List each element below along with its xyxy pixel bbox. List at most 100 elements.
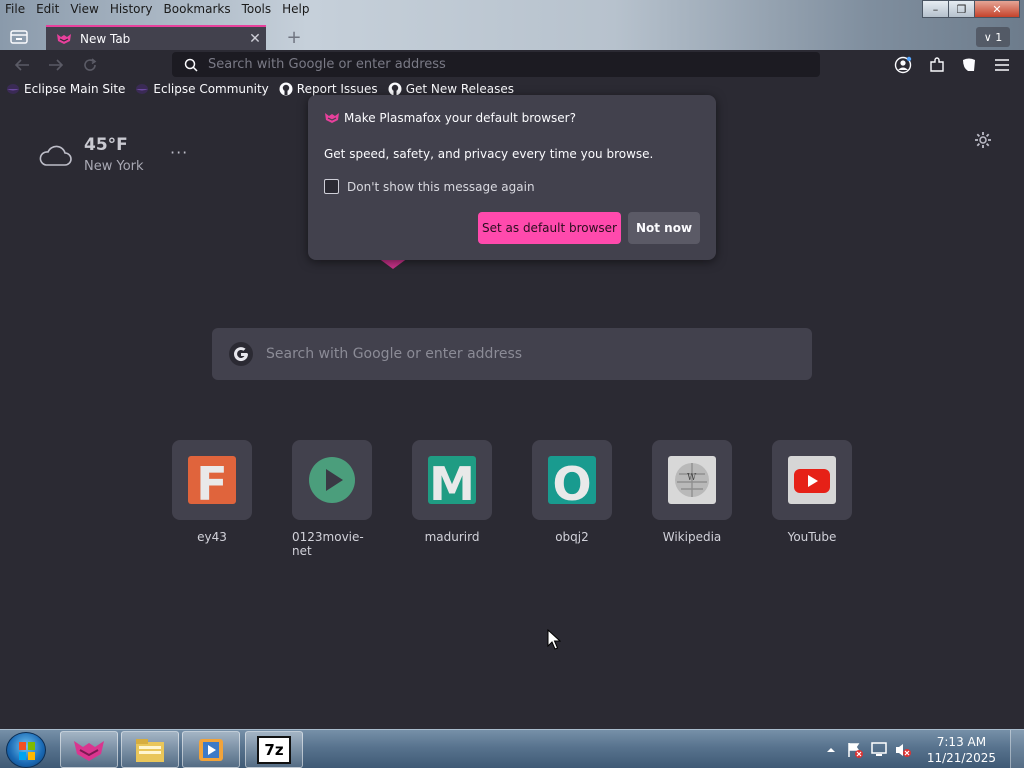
url-input[interactable] [208,57,768,72]
site-label: 0123movie-net [292,530,364,558]
personalize-button[interactable] [974,131,992,152]
taskbar-7zip[interactable]: 7z [245,731,303,768]
bookmark-eclipse-main-site[interactable]: Eclipse Main Site [6,82,125,96]
dont-show-again-option[interactable]: Don't show this message again [324,179,535,194]
google-g-icon [229,342,253,366]
site-tile[interactable] [292,440,372,520]
file-explorer-icon [136,738,164,762]
gear-icon [975,132,991,148]
site-label: obqj2 [555,530,589,544]
weather-temperature: 45°F [84,135,128,155]
search-placeholder: Search with Google or enter address [266,346,523,362]
site-letter-icon: M [428,456,476,504]
site-tile[interactable] [772,440,852,520]
site-tile[interactable]: F [172,440,252,520]
start-button[interactable] [6,732,46,768]
tab-close-icon[interactable]: ✕ [244,31,266,47]
bookmark-eclipse-community[interactable]: Eclipse Community [135,82,269,96]
taskbar-file-explorer[interactable] [121,731,179,768]
account-button[interactable] [891,53,915,77]
weather-city: New York [84,159,144,174]
top-site-0123movie-net[interactable]: 0123movie-net [292,440,372,558]
mouse-cursor-icon [547,629,561,650]
network-icon[interactable] [869,740,889,760]
site-tile[interactable]: W [652,440,732,520]
site-label: ey43 [197,530,227,544]
top-site-obqj2[interactable]: O obqj2 [532,440,612,558]
account-icon [894,56,912,74]
bookmark-report-issues[interactable]: Report Issues [279,82,378,96]
close-window-button[interactable]: ✕ [974,0,1020,18]
bookmark-label: Eclipse Main Site [24,82,126,96]
set-default-browser-button[interactable]: Set as default browser [478,212,621,244]
bookmark-label: Eclipse Community [153,82,269,96]
top-site-wikipedia[interactable]: W Wikipedia [652,440,732,558]
tab-overview-icon [10,30,28,44]
volume-icon[interactable] [893,740,913,760]
play-icon [309,457,355,503]
back-button[interactable] [10,54,34,76]
show-desktop-button[interactable] [1010,730,1024,768]
extension-icon [963,58,975,71]
eclipse-icon [135,83,149,95]
svg-text:W: W [687,473,697,483]
system-tray: 7:13 AM 11/21/2025 [821,730,1024,768]
back-arrow-icon [14,59,29,71]
reload-button[interactable] [78,54,102,76]
windows-taskbar: 7z 7:13 AM 11/21/2025 [0,729,1024,768]
eclipse-icon [6,83,20,95]
bookmark-label: Get New Releases [405,82,515,96]
action-center-icon[interactable] [845,740,865,760]
checkbox-label: Don't show this message again [347,179,535,194]
top-sites: F ey43 0123movie-net M madurird O obqj2 … [172,440,892,558]
taskbar-media-player[interactable] [182,731,240,768]
menu-edit[interactable]: Edit [31,0,65,20]
top-site-ey43[interactable]: F ey43 [172,440,252,558]
reload-icon [84,58,97,71]
wikipedia-globe-icon: W [668,456,716,504]
maximize-button[interactable]: ❐ [948,0,975,18]
dialog-message: Get speed, safety, and privacy every tim… [324,147,654,161]
default-browser-dialog: Make Plasmafox your default browser? Get… [308,95,716,260]
menu-history[interactable]: History [105,0,159,20]
menu-bookmarks[interactable]: Bookmarks [159,0,237,20]
window-titlebar: File Edit View History Bookmarks Tools H… [0,0,1024,51]
show-hidden-icons-button[interactable] [821,740,841,760]
dont-show-again-checkbox[interactable] [324,179,339,194]
top-site-youtube[interactable]: YouTube [772,440,852,558]
search-icon [184,58,198,72]
menu-view[interactable]: View [65,0,104,20]
site-tile[interactable]: M [412,440,492,520]
menu-tools[interactable]: Tools [237,0,278,20]
extensions-button[interactable] [925,53,949,77]
tab-title: New Tab [80,32,131,46]
chevron-up-icon [826,747,835,752]
github-icon [279,82,293,96]
forward-button[interactable] [44,54,68,76]
top-site-madurird[interactable]: M madurird [412,440,492,558]
site-letter-icon: F [188,456,236,504]
app-menu-button[interactable] [990,53,1014,77]
taskbar-plasmafox[interactable] [60,731,118,768]
tab-new-tab[interactable]: New Tab ✕ [46,25,266,51]
dialog-title: Make Plasmafox your default browser? [344,111,576,125]
menu-help[interactable]: Help [277,0,315,20]
weather-more-options-button[interactable]: ··· [170,143,188,162]
menu-file[interactable]: File [0,0,31,20]
menu-bar: File Edit View History Bookmarks Tools H… [0,0,316,20]
extension-toolbar-button[interactable] [957,53,981,77]
minimize-button[interactable]: – [922,0,949,18]
new-tab-search-box[interactable]: Search with Google or enter address [212,328,812,380]
weather-widget[interactable]: 45°F New York [38,135,144,174]
list-all-tabs-button[interactable]: ∨ 1 [976,27,1010,47]
not-now-button[interactable]: Not now [628,212,700,244]
7zip-icon: 7z [257,735,291,764]
bookmark-get-new-releases[interactable]: Get New Releases [388,82,514,96]
speaker-muted-icon [895,743,911,757]
taskbar-clock[interactable]: 7:13 AM 11/21/2025 [927,734,996,766]
firefox-view-button[interactable] [4,25,34,49]
address-bar[interactable] [172,52,820,77]
cloud-icon [39,145,72,166]
site-tile[interactable]: O [532,440,612,520]
new-tab-button[interactable]: + [284,27,304,49]
